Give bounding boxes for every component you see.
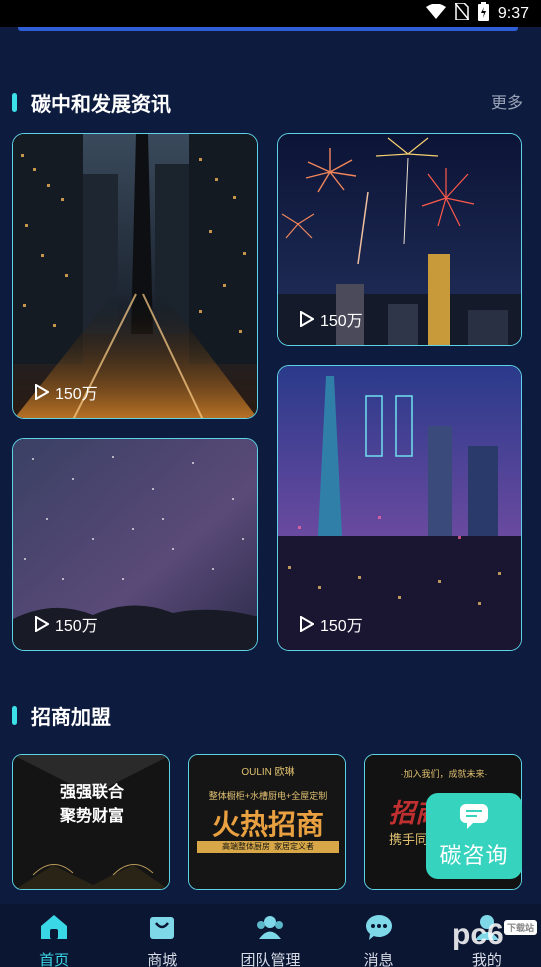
tab-label: 首页 [39, 952, 70, 967]
shopping-bag-icon [149, 914, 175, 945]
battery-icon [477, 1, 489, 26]
watermark-sub: 下载站 [504, 920, 538, 935]
biz-card-top-text: ·加入我们，成就未来· [400, 769, 488, 779]
play-icon [300, 616, 314, 632]
view-count: 150万 [300, 307, 363, 331]
tab-messages[interactable]: 消息 [329, 914, 429, 967]
news-card[interactable]: 150万 [12, 133, 258, 419]
watermark: pc6 下载站 [452, 918, 538, 952]
biz-card-sub: 携手同 [389, 832, 429, 847]
tab-label: 消息 [363, 952, 394, 967]
view-count: 150万 [35, 380, 98, 404]
news-section-title: 碳中和发展资讯 [31, 94, 171, 116]
biz-card-line2: 聚势财富 [59, 808, 124, 825]
carbon-consult-button[interactable]: 碳咨询 [426, 793, 522, 879]
news-card[interactable]: 150万 [277, 365, 522, 651]
tab-label: 团队管理 [240, 952, 301, 967]
watermark-text: pc6 [452, 918, 504, 951]
section-accent-bar [12, 93, 17, 112]
play-icon [35, 616, 49, 632]
team-icon [256, 914, 284, 945]
tab-label: 商城 [147, 952, 178, 967]
no-sim-icon [454, 1, 470, 25]
biz-card-sub: 高端整体厨房 [222, 842, 270, 851]
home-icon [40, 914, 68, 945]
view-count-text: 150万 [55, 618, 98, 635]
wifi-icon [425, 3, 446, 24]
biz-card-tail: 家居定义者 [274, 842, 314, 851]
news-section-header: 碳中和发展资讯 [12, 88, 171, 117]
status-time: 9:37 [497, 4, 529, 22]
play-icon [35, 384, 49, 400]
news-card[interactable]: 150万 [277, 133, 522, 346]
tab-home[interactable]: 首页 [4, 914, 104, 967]
view-count-text: 150万 [320, 618, 363, 635]
carbon-consult-label: 碳咨询 [439, 842, 509, 868]
message-icon [365, 914, 393, 945]
brand-logo-cn: 欧琳 [274, 767, 295, 778]
brand-logo: OULIN [241, 767, 272, 778]
view-count: 150万 [35, 612, 98, 636]
biz-section-header: 招商加盟 [12, 701, 111, 730]
news-card[interactable]: 150万 [12, 438, 258, 651]
more-link[interactable]: 更多 [491, 89, 523, 113]
biz-card[interactable]: 强强联合 聚势财富 [12, 754, 170, 890]
biz-card-top-text: 整体橱柜+水槽厨电+全屋定制 [208, 791, 328, 801]
chat-icon [459, 803, 489, 834]
view-count: 150万 [300, 612, 363, 636]
biz-section-title: 招商加盟 [31, 707, 111, 729]
top-progress-line [18, 27, 518, 31]
view-count-text: 150万 [55, 386, 98, 403]
city-street-image [13, 134, 257, 418]
biz-card-headline: 火热招商 [211, 809, 324, 840]
tab-team-management[interactable]: 团队管理 [220, 914, 320, 967]
biz-card-line1: 强强联合 [59, 784, 124, 801]
status-bar: 9:37 [0, 0, 541, 27]
play-icon [300, 311, 314, 327]
city-skyline-image [278, 366, 521, 650]
biz-card[interactable]: OULIN 欧琳 整体橱柜+水槽厨电+全屋定制 火热招商 高端整体厨房 家居定义… [188, 754, 346, 890]
tab-shop[interactable]: 商城 [112, 914, 212, 967]
view-count-text: 150万 [320, 313, 363, 330]
section-accent-bar [12, 706, 17, 725]
